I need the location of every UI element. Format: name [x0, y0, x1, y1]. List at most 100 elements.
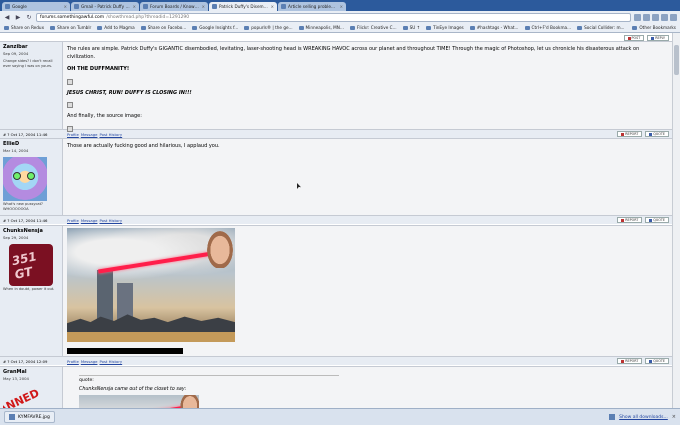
- extension-icon[interactable]: [643, 13, 650, 21]
- profile-link[interactable]: Profile: [67, 359, 79, 364]
- bookmark-item[interactable]: #hashtags - What...: [469, 25, 519, 30]
- browser-tab[interactable]: Google ×: [2, 2, 70, 11]
- browser-tab-active[interactable]: Patrick Duffy's Disembod...×: [209, 2, 277, 11]
- bookmark-icon: [50, 25, 56, 30]
- report-button[interactable]: REPORT: [617, 131, 643, 137]
- bookmark-item[interactable]: Share on Redux: [4, 25, 44, 30]
- reply-icon: [651, 36, 655, 40]
- post-author[interactable]: ChunksNensja: [3, 228, 59, 234]
- post-date[interactable]: # ? Oct 17, 2004 11:46: [0, 218, 63, 223]
- address-bar[interactable]: forums.somethingawful.com/showthread.php…: [36, 12, 631, 22]
- browser-tab[interactable]: Article selling problem?... ×: [278, 2, 346, 11]
- post-history-link[interactable]: Post History: [99, 359, 122, 364]
- profile-link[interactable]: Profile: [67, 132, 79, 137]
- back-icon[interactable]: ◀: [3, 13, 11, 21]
- avatar-eye: [27, 172, 35, 180]
- favicon-icon: [5, 4, 10, 9]
- bookmark-icon: [426, 25, 432, 30]
- post-text: Those are actually fucking good and hila…: [63, 139, 672, 215]
- scrollbar-thumb[interactable]: [674, 45, 679, 75]
- post-date[interactable]: # ? Oct 17, 2004 11:46: [0, 132, 63, 137]
- bookmark-icon: [298, 25, 304, 30]
- browser-tab[interactable]: Forum Boards / Know Yo... ×: [140, 2, 208, 11]
- extension-icon[interactable]: [652, 13, 659, 21]
- bookmark-item[interactable]: Flickr: Creative C...: [349, 25, 397, 30]
- post-author[interactable]: EllieD: [3, 141, 59, 147]
- post-image[interactable]: [67, 228, 235, 342]
- extension-icon[interactable]: [634, 13, 641, 21]
- close-icon[interactable]: ×: [340, 4, 343, 9]
- user-info: ChunksNensja Sep 29, 2004 351 GT When in…: [0, 226, 63, 356]
- forum-post: EllieD Mar 14, 2004 What's new pussycat?…: [0, 138, 672, 224]
- page-menu-icon[interactable]: [661, 13, 668, 21]
- bookmark-item[interactable]: popurls® | the ge...: [244, 25, 293, 30]
- tab-strip: Google× Gmail - Patrick Duffy and...× Fo…: [0, 0, 680, 11]
- bookmark-icon: [524, 25, 530, 30]
- bookmark-icon: [349, 25, 355, 30]
- broken-image-icon[interactable]: [67, 102, 73, 108]
- page-scrollbar[interactable]: [672, 33, 680, 408]
- close-icon[interactable]: ×: [133, 4, 136, 9]
- show-all-downloads-link[interactable]: Show all downloads...: [619, 415, 668, 420]
- favicon-icon: [143, 4, 148, 9]
- bookmark-icon: [469, 25, 475, 30]
- reload-icon[interactable]: ↻: [25, 13, 33, 21]
- message-link[interactable]: Message: [81, 359, 98, 364]
- close-icon[interactable]: ×: [64, 4, 67, 9]
- post-footer: # ? Oct 17, 2004 11:46 Profile Message P…: [0, 129, 672, 138]
- folder-icon: [632, 25, 638, 30]
- close-icon[interactable]: ×: [271, 4, 274, 9]
- forum-post: GranMal May 13, 2004 ANNED quote: Chunks…: [0, 366, 672, 408]
- browser-tab[interactable]: Gmail - Patrick Duffy and...×: [71, 2, 139, 11]
- bookmark-item[interactable]: Google Insights f...: [192, 25, 238, 30]
- post-history-link[interactable]: Post History: [99, 132, 122, 137]
- bookmark-icon: [192, 25, 198, 30]
- wrench-icon[interactable]: [670, 13, 677, 21]
- quote-icon: [649, 132, 653, 136]
- close-icon[interactable]: ×: [672, 414, 676, 420]
- bookmark-icon: [4, 25, 9, 30]
- close-icon[interactable]: ×: [202, 4, 205, 9]
- report-button[interactable]: REPORT: [617, 358, 643, 364]
- message-link[interactable]: Message: [81, 132, 98, 137]
- post-text: [63, 226, 672, 356]
- forward-icon[interactable]: ▶: [14, 13, 22, 21]
- bookmark-icon: [244, 25, 250, 30]
- bookmark-icon: [140, 25, 146, 30]
- report-button[interactable]: REPORT: [617, 217, 643, 223]
- broken-image-icon[interactable]: [67, 78, 73, 85]
- browser-toolbar: ◀ ▶ ↻ forums.somethingawful.com/showthre…: [0, 11, 680, 23]
- post-footer: # ? Oct 17, 2004 11:46 Profile Message P…: [0, 215, 672, 224]
- bookmark-item[interactable]: TinEye Images: [426, 25, 464, 30]
- quote-button[interactable]: QUOTE: [645, 217, 669, 223]
- avatar: ANNED: [3, 386, 42, 408]
- user-title: Change sides? I don't recall ever saying…: [3, 59, 53, 68]
- quoted-image[interactable]: [79, 395, 199, 408]
- quote-button[interactable]: QUOTE: [645, 358, 669, 364]
- other-bookmarks[interactable]: Other Bookmarks: [632, 25, 676, 30]
- user-info: GranMal May 13, 2004 ANNED: [0, 367, 63, 408]
- bookmark-icon: [97, 25, 103, 30]
- bookmark-item[interactable]: Minneapolis, MN...: [298, 25, 344, 30]
- post-author[interactable]: GranMal: [3, 369, 59, 375]
- post-author[interactable]: Zanzibar: [3, 44, 59, 50]
- register-date: Mar 14, 2004: [3, 148, 29, 153]
- message-link[interactable]: Message: [81, 218, 98, 223]
- post-history-link[interactable]: Post History: [99, 218, 122, 223]
- download-item[interactable]: KYMFAVRE.jpg: [4, 411, 55, 423]
- bookmark-item[interactable]: Share on Facebo...: [140, 25, 186, 30]
- bookmark-item[interactable]: Social Collider: m...: [577, 25, 625, 30]
- bookmark-item[interactable]: SU ↑: [402, 25, 420, 30]
- post-date[interactable]: # ? Oct 17, 2004 12:09: [0, 359, 63, 364]
- forum-post: ChunksNensja Sep 29, 2004 351 GT When in…: [0, 225, 672, 365]
- redacted-bar: [67, 348, 183, 354]
- bookmark-item[interactable]: Ctrl+F'd Bookma...: [524, 25, 571, 30]
- report-icon: [621, 218, 625, 222]
- profile-link[interactable]: Profile: [67, 218, 79, 223]
- bookmark-item[interactable]: Add to Magma: [97, 25, 135, 30]
- avatar: 351 GT: [9, 244, 53, 286]
- quote-button[interactable]: QUOTE: [645, 131, 669, 137]
- favicon-icon: [74, 4, 79, 9]
- bookmarks-bar: Share on Redux Share on Tumblr Add to Ma…: [0, 23, 680, 33]
- bookmark-item[interactable]: Share on Tumblr: [50, 25, 91, 30]
